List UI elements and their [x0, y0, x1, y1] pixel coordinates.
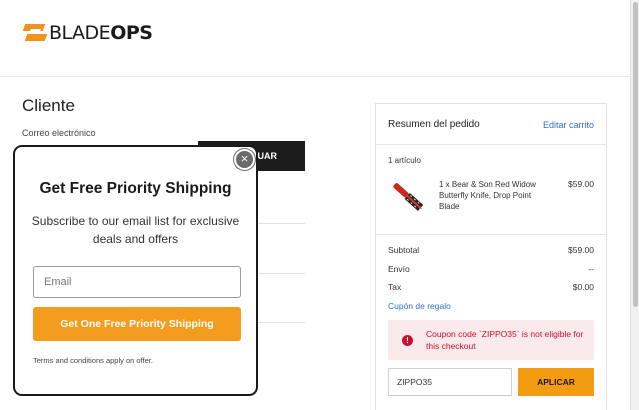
- row-label: Subtotal: [388, 245, 420, 255]
- divider: [376, 144, 606, 145]
- email-label: Correo electrónico: [22, 128, 96, 138]
- divider: [255, 273, 305, 274]
- edit-cart-link[interactable]: Editar carrito: [543, 120, 594, 130]
- shipping-row: Envío --: [388, 264, 594, 274]
- item-description: 1 x Bear & Son Red Widow Butterfly Knife…: [439, 180, 536, 211]
- divider: [255, 322, 305, 323]
- apply-coupon-button[interactable]: APLICAR: [518, 368, 594, 396]
- divider: [376, 234, 606, 235]
- subtotal-row: Subtotal $59.00: [388, 245, 594, 255]
- tax-row: Tax $0.00: [388, 282, 594, 292]
- alert-message: Coupon code `ZIPPO35` is not eligible fo…: [426, 329, 584, 351]
- row-value: $59.00: [568, 245, 594, 255]
- coupon-code-input[interactable]: ZIPPO35: [388, 368, 512, 396]
- logo-text-light: BLADE: [49, 22, 111, 44]
- gift-coupon-link[interactable]: Cupón de regalo: [388, 301, 451, 311]
- brand-logo[interactable]: BLADEOPS: [22, 22, 153, 44]
- knife-icon: [393, 183, 424, 211]
- popup-subtitle: Subscribe to our email list for exclusiv…: [31, 214, 240, 246]
- free-shipping-button[interactable]: Get One Free Priority Shipping: [33, 307, 241, 341]
- page-scrollbar[interactable]: [630, 0, 639, 410]
- summary-title: Resumen del pedido: [388, 119, 480, 130]
- error-icon: !: [402, 335, 413, 346]
- coupon-error-alert: ! Coupon code `ZIPPO35` is not eligible …: [388, 320, 594, 360]
- row-value: $0.00: [572, 282, 594, 292]
- divider: [255, 223, 305, 224]
- newsletter-popup: × Get Free Priority Shipping Subscribe t…: [13, 145, 258, 396]
- popup-title: Get Free Priority Shipping: [39, 180, 232, 197]
- close-icon[interactable]: ×: [234, 149, 255, 170]
- page-title: Cliente: [22, 96, 75, 115]
- order-summary: Resumen del pedido Editar carrito 1 artí…: [375, 103, 607, 410]
- row-label: Envío: [388, 264, 410, 274]
- row-value: --: [588, 264, 594, 274]
- logo-mark-icon: [22, 22, 48, 44]
- scrollbar-thumb[interactable]: [633, 2, 638, 307]
- site-header: BLADEOPS: [0, 0, 630, 77]
- row-label: Tax: [388, 282, 402, 292]
- item-count: 1 artículo: [388, 156, 421, 165]
- logo-text: BLADEOPS: [49, 22, 153, 44]
- terms-text: Terms and conditions apply on offer.: [33, 356, 153, 365]
- logo-text-bold: OPS: [110, 22, 153, 44]
- email-input[interactable]: Email: [33, 266, 241, 298]
- item-price: $59.00: [568, 179, 594, 189]
